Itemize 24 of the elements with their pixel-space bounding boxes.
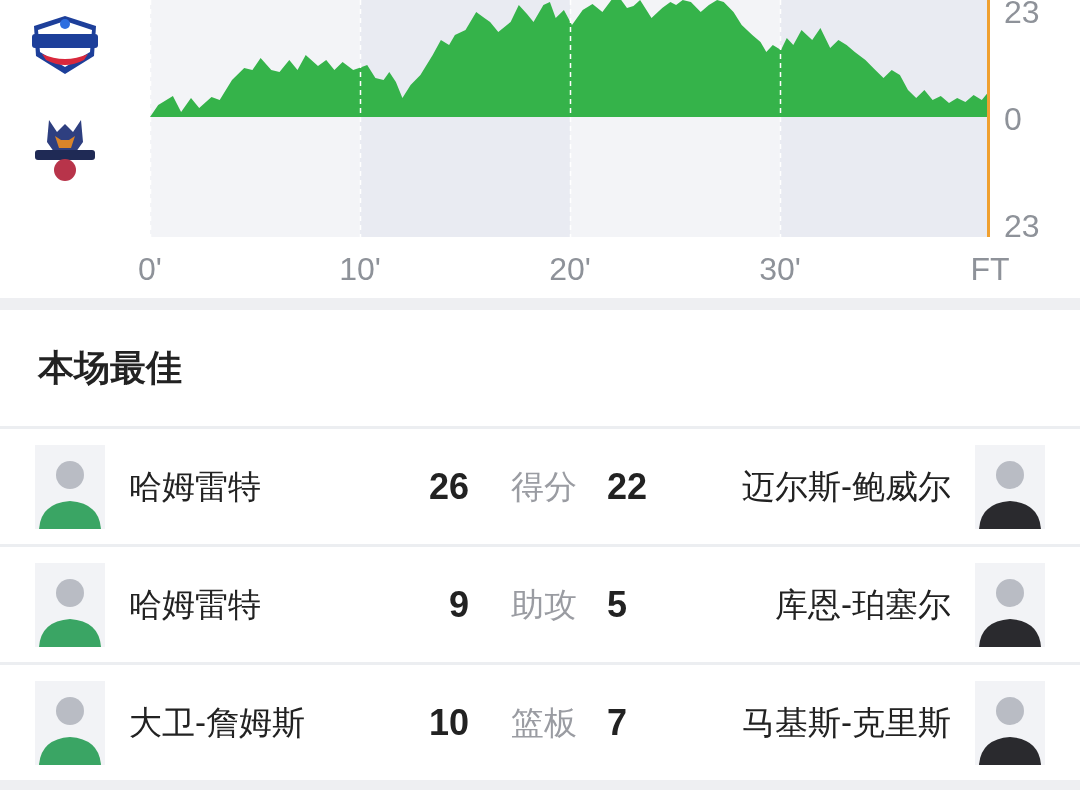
player-name: 大卫-詹姆斯: [129, 702, 306, 743]
stat-value: 26: [427, 464, 469, 509]
stat-value: 9: [447, 582, 469, 627]
player-name: 哈姆雷特: [129, 584, 262, 625]
axis-label: 0': [137, 251, 163, 289]
axis-label: 0: [1004, 101, 1022, 137]
axis-label: 23: [1004, 0, 1040, 30]
stat-value: 10: [427, 700, 469, 745]
stat-value: 5: [607, 582, 629, 627]
section-title: 本场最佳: [38, 346, 182, 390]
stat-label: 得分: [510, 466, 578, 507]
axis-label: 30': [758, 251, 802, 289]
player-name: 库恩-珀塞尔: [774, 584, 951, 625]
stat-value: 7: [607, 700, 629, 745]
stat-label: 篮板: [510, 702, 578, 743]
axis-label: 23: [1004, 208, 1040, 244]
axis-label: 20': [548, 251, 592, 289]
player-name: 马基斯-克里斯: [741, 702, 951, 743]
axis-label: 10': [338, 251, 382, 289]
stat-value: 22: [607, 464, 649, 509]
axis-label: FT: [969, 251, 1011, 289]
player-name: 哈姆雷特: [129, 466, 262, 507]
player-name: 迈尔斯-鲍威尔: [741, 466, 951, 507]
stat-label: 助攻: [510, 584, 578, 625]
